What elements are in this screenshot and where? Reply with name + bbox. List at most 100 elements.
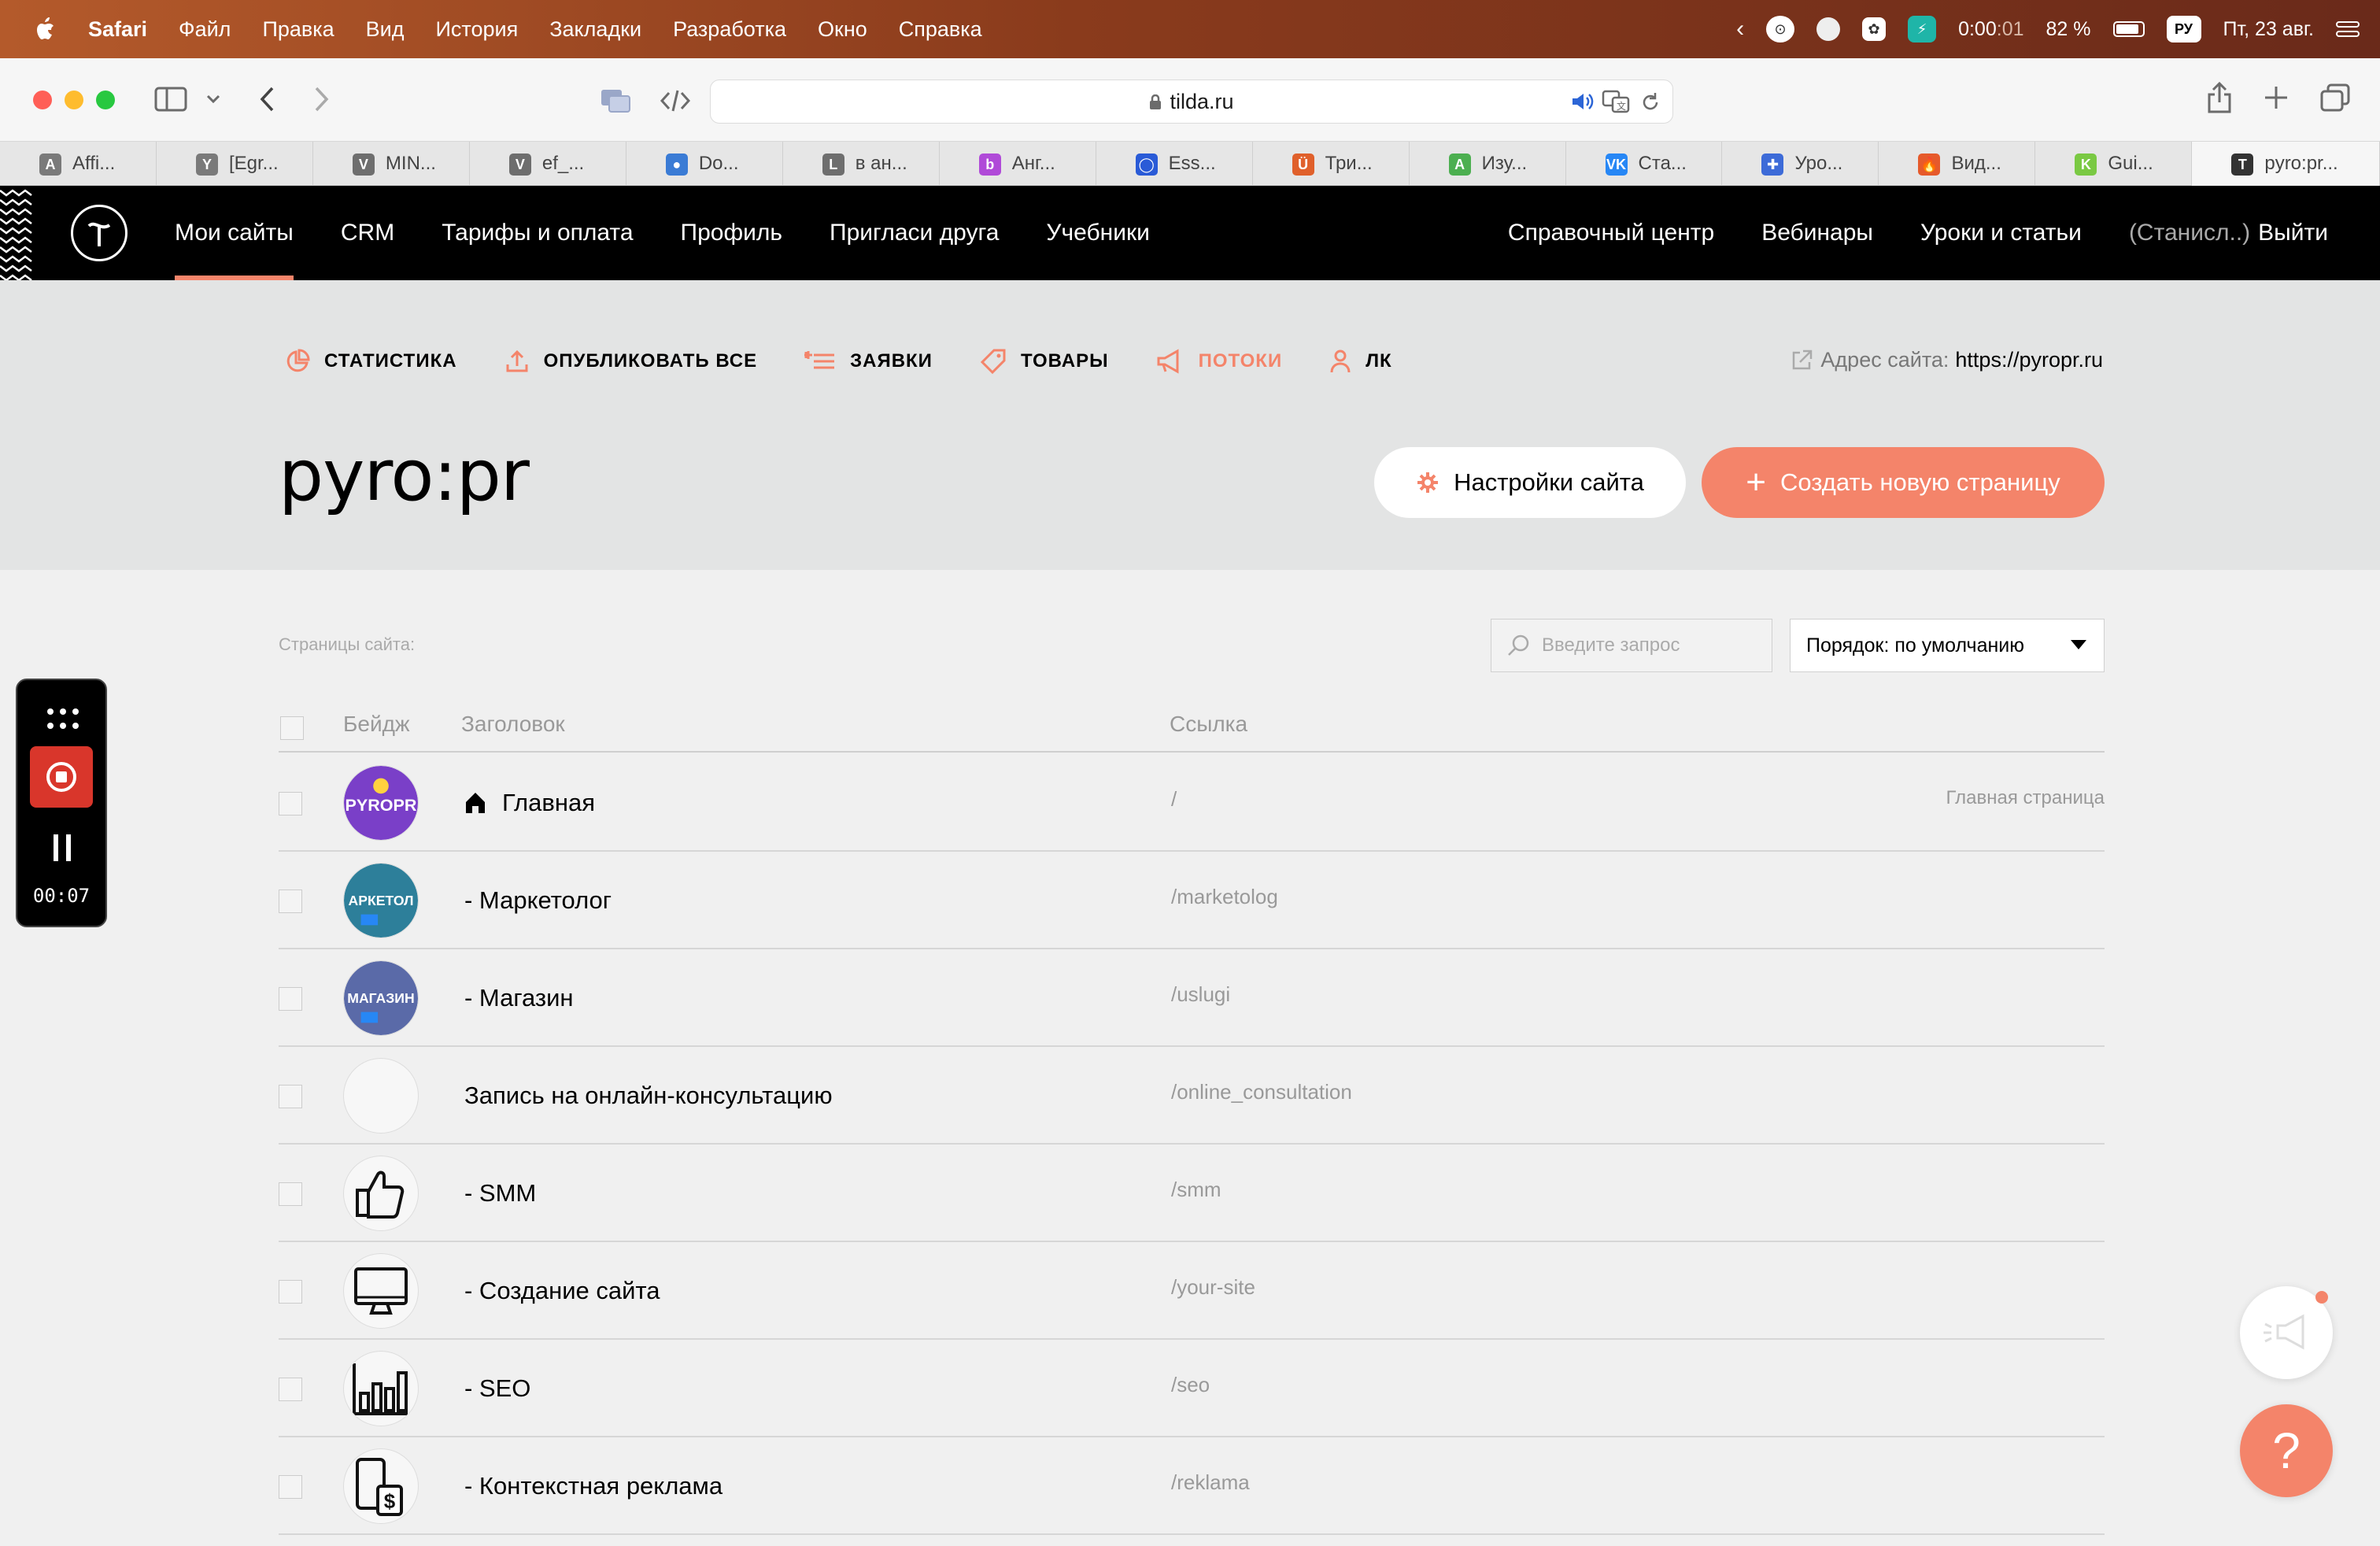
share-icon[interactable] — [2207, 80, 2232, 113]
create-page-button[interactable]: + Создать новую страницу — [1702, 447, 2105, 518]
address-bar[interactable]: tilda.ru 文 — [710, 80, 1673, 124]
row-checkbox[interactable] — [279, 890, 302, 913]
site-settings-button[interactable]: Настройки сайта — [1374, 447, 1686, 518]
row-checkbox[interactable] — [279, 792, 302, 816]
menubar-timer[interactable]: 0:00:01 — [1958, 18, 2023, 41]
page-link[interactable]: /reklama — [1171, 1470, 1250, 1495]
row-checkbox[interactable] — [279, 1280, 302, 1304]
browser-tab[interactable]: A Affi... — [0, 142, 157, 186]
translate-icon[interactable]: 文 — [1602, 90, 1630, 113]
page-badge-magazin[interactable]: МАГАЗИН — [343, 960, 419, 1036]
row-checkbox[interactable] — [279, 1378, 302, 1401]
browser-tab[interactable]: ✚ Уро... — [1722, 142, 1879, 186]
browser-tab[interactable]: Tpyro:pr... — [2192, 142, 2380, 186]
nav-my-sites[interactable]: Мои сайты — [175, 186, 294, 280]
new-tab-icon[interactable] — [2264, 85, 2289, 110]
nav-tutorials[interactable]: Учебники — [1046, 186, 1149, 280]
browser-tab[interactable]: VK Ста... — [1566, 142, 1723, 186]
subnav-statistics[interactable]: СТАТИСТИКА — [285, 349, 457, 374]
menu-history[interactable]: История — [436, 17, 519, 42]
subnav-streams[interactable]: ПОТОКИ — [1156, 349, 1283, 374]
page-title-link[interactable]: Главная — [464, 789, 595, 817]
browser-tab[interactable]: b Анг... — [940, 142, 1096, 186]
page-title-link[interactable]: - Маркетолог — [464, 886, 612, 915]
order-select[interactable]: Порядок: по умолчанию — [1790, 619, 2105, 672]
page-link[interactable]: /seo — [1171, 1373, 1210, 1397]
reload-icon[interactable] — [1639, 91, 1661, 113]
page-badge-monitor[interactable] — [343, 1253, 419, 1329]
browser-tab[interactable]: Vef_... — [470, 142, 626, 186]
menu-help[interactable]: Справка — [899, 17, 982, 42]
user-name[interactable]: (Станисл..) — [2129, 220, 2250, 246]
nav-crm[interactable]: CRM — [341, 186, 394, 280]
subnav-products[interactable]: ТОВАРЫ — [980, 348, 1109, 375]
nav-invite-friend[interactable]: Пригласи друга — [830, 186, 999, 280]
browser-tab[interactable]: V MIN... — [313, 142, 470, 186]
nav-profile[interactable]: Профиль — [681, 186, 783, 280]
subnav-leads[interactable]: ЗАЯВКИ — [804, 349, 933, 374]
zoom-window-button[interactable] — [96, 91, 115, 109]
page-link[interactable]: /uslugi — [1171, 982, 1230, 1007]
page-link[interactable]: /your-site — [1171, 1275, 1255, 1300]
browser-tab[interactable]: Lв ан... — [783, 142, 940, 186]
logout-link[interactable]: Выйти — [2258, 220, 2328, 246]
lightning-icon[interactable]: ⚡ — [1908, 16, 1937, 43]
table-row[interactable]: АРКЕТОЛ - Маркетолог/marketolog — [279, 852, 2105, 949]
page-link[interactable]: / — [1171, 787, 1177, 812]
subnav-publish-all[interactable]: ОПУБЛИКОВАТЬ ВСЕ — [504, 349, 758, 374]
search-input[interactable]: Введите запрос — [1491, 619, 1772, 672]
help-button[interactable]: ? — [2240, 1404, 2333, 1497]
menu-edit[interactable]: Правка — [262, 17, 334, 42]
announcements-button[interactable] — [2240, 1286, 2333, 1379]
minimize-window-button[interactable] — [65, 91, 83, 109]
page-title-link[interactable]: - Создание сайта — [464, 1277, 660, 1305]
back-icon[interactable] — [258, 85, 275, 113]
chevron-left-icon[interactable]: ‹ — [1736, 16, 1744, 43]
drag-handle-icon[interactable] — [46, 707, 80, 730]
menubar-datetime[interactable]: Пт, 23 авг. — [2223, 18, 2315, 41]
row-checkbox[interactable] — [279, 1085, 302, 1108]
browser-tab[interactable]: ● Do... — [626, 142, 783, 186]
browser-tab[interactable]: 🔥 Вид... — [1879, 142, 2036, 186]
page-link[interactable]: /smm — [1171, 1178, 1221, 1202]
page-link[interactable]: /online_consultation — [1171, 1080, 1352, 1104]
table-row[interactable]: - Создание сайта/your-site — [279, 1242, 2105, 1340]
tilda-logo-icon[interactable] — [71, 205, 128, 261]
browser-tab[interactable]: A Изу... — [1410, 142, 1566, 186]
chevron-down-icon[interactable] — [206, 94, 220, 104]
table-row[interactable]: МАГАЗИН - Магазин/uslugi — [279, 949, 2105, 1047]
page-title-link[interactable]: - SMM — [464, 1179, 536, 1208]
table-row[interactable]: $ - Контекстная реклама/reklama — [279, 1437, 2105, 1535]
nav-help-center[interactable]: Справочный центр — [1508, 220, 1714, 246]
tab-overview-icon[interactable] — [2320, 83, 2350, 112]
sidebar-toggle-icon[interactable] — [154, 87, 187, 112]
menu-file[interactable]: Файл — [179, 17, 231, 42]
forward-icon[interactable] — [313, 85, 331, 113]
control-center-icon[interactable] — [2336, 20, 2360, 39]
nav-lessons[interactable]: Уроки и статьи — [1920, 220, 2082, 246]
gamepad-icon[interactable]: ⊙ — [1766, 16, 1795, 43]
row-checkbox[interactable] — [279, 987, 302, 1011]
table-row[interactable]: PYROPR Главная / Главная страница — [279, 754, 2105, 852]
url-text[interactable]: tilda.ru — [1170, 90, 1233, 113]
site-address-link[interactable]: https://pyropr.ru — [1955, 348, 2103, 372]
speaker-icon[interactable] — [1570, 91, 1594, 112]
page-title-link[interactable]: - Магазин — [464, 984, 574, 1012]
screen-share-icon[interactable] — [600, 88, 631, 113]
page-title-link[interactable]: - Контекстная реклама — [464, 1472, 722, 1500]
browser-tab[interactable]: ◯ Ess... — [1096, 142, 1253, 186]
page-badge-pyropr[interactable]: PYROPR — [343, 765, 419, 841]
battery-icon[interactable] — [2112, 21, 2145, 37]
table-row[interactable]: - SEO/seo — [279, 1340, 2105, 1437]
chatgpt-icon[interactable]: ✿ — [1862, 17, 1887, 41]
menu-view[interactable]: Вид — [366, 17, 405, 42]
table-row[interactable]: Запись на онлайн-консультацию/online_con… — [279, 1047, 2105, 1145]
browser-tab[interactable]: Y [Egr... — [157, 142, 313, 186]
nav-pricing[interactable]: Тарифы и оплата — [442, 186, 633, 280]
code-icon[interactable] — [660, 88, 691, 113]
row-checkbox[interactable] — [279, 1475, 302, 1499]
page-badge-phone[interactable]: $ — [343, 1448, 419, 1524]
menu-app-safari[interactable]: Safari — [88, 17, 147, 42]
page-title-link[interactable]: Запись на онлайн-консультацию — [464, 1082, 833, 1110]
table-row[interactable]: - SMM/smm — [279, 1145, 2105, 1242]
